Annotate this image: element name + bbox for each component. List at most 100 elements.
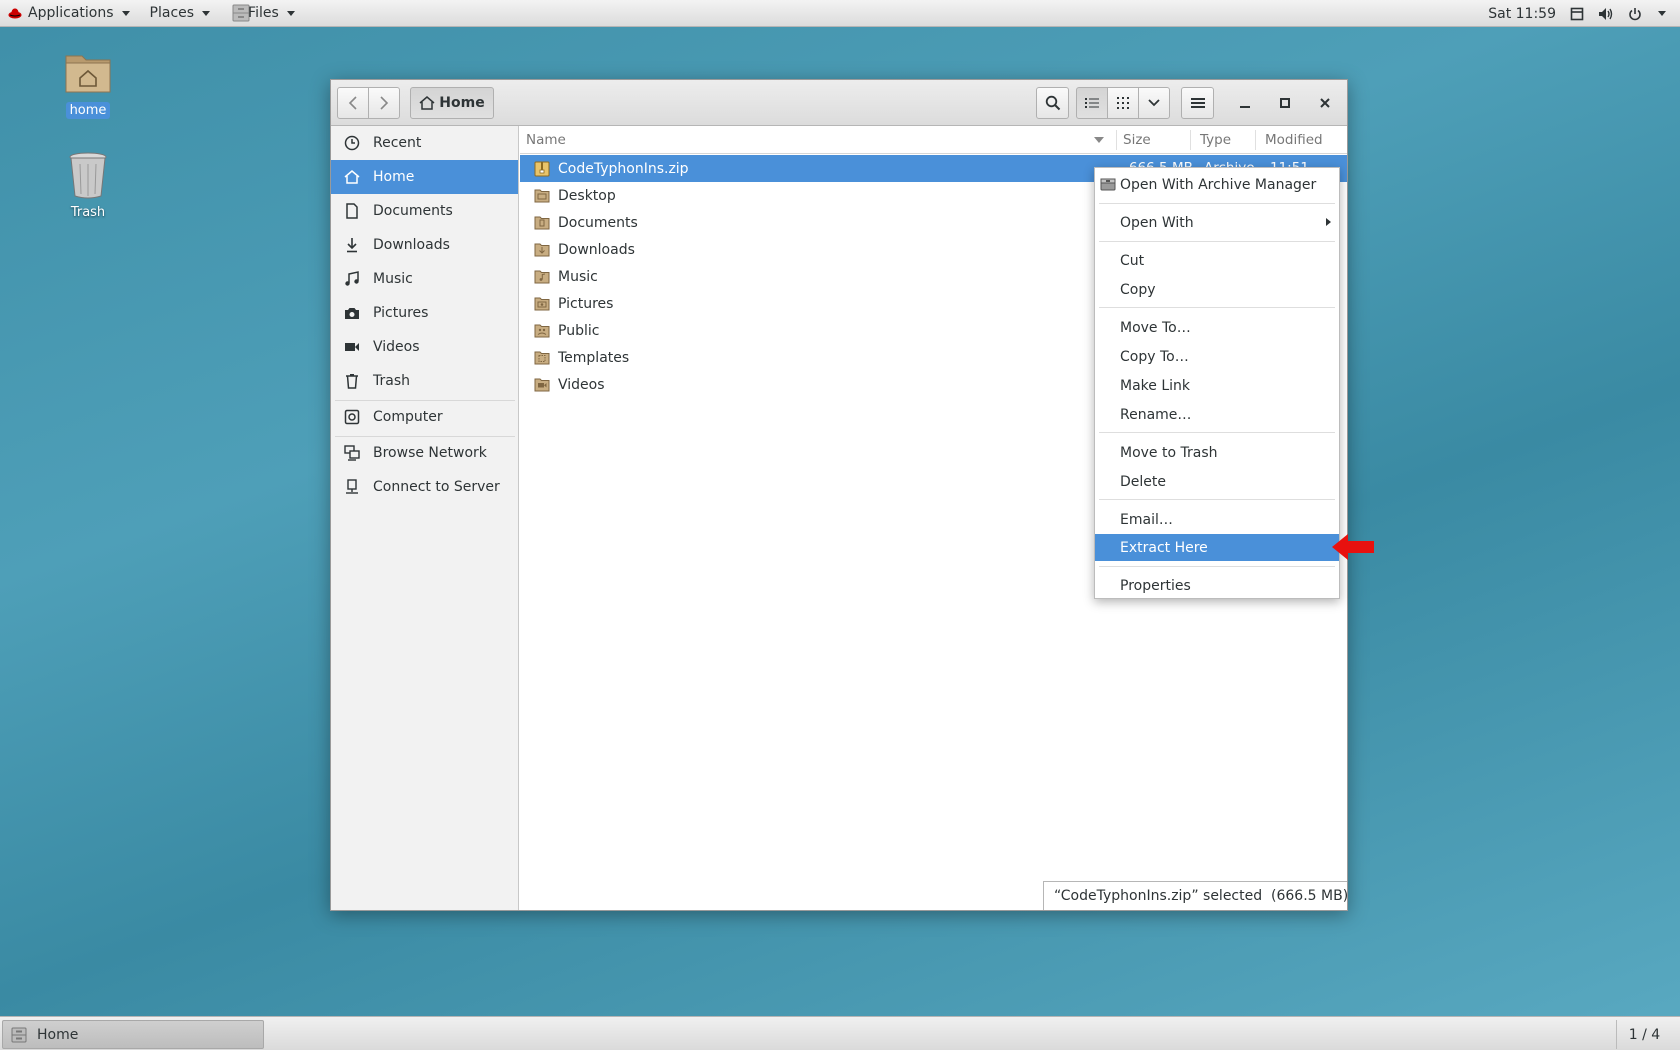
chevron-down-icon <box>121 10 130 16</box>
hamburger-icon <box>1190 98 1205 108</box>
documents-folder-icon <box>534 216 550 229</box>
column-header-size[interactable]: Size <box>1123 132 1151 148</box>
back-button[interactable] <box>337 87 369 119</box>
sidebar-item-computer[interactable]: Computer <box>331 400 518 434</box>
context-menu: Open With Archive Manager Open With Cut … <box>1094 167 1340 599</box>
menu-item-label: Delete <box>1120 473 1166 490</box>
menu-item-copy[interactable]: Copy <box>1095 276 1339 303</box>
sidebar-item-label: Connect to Server <box>373 479 500 495</box>
menu-item-copy-to[interactable]: Copy To… <box>1095 343 1339 370</box>
archive-icon <box>534 161 550 176</box>
power-icon[interactable] <box>1628 7 1642 21</box>
column-header-modified[interactable]: Modified <box>1265 132 1323 148</box>
menu-item-delete[interactable]: Delete <box>1095 468 1339 495</box>
file-name: Public <box>558 322 600 339</box>
sidebar-item-pictures[interactable]: Pictures <box>331 296 518 330</box>
sidebar-item-recent[interactable]: Recent <box>331 126 518 160</box>
window-list-icon[interactable] <box>1570 7 1584 21</box>
sidebar-item-home[interactable]: Home <box>331 160 518 194</box>
computer-icon <box>343 408 361 426</box>
grid-view-button[interactable] <box>1107 87 1139 119</box>
menu-item-email[interactable]: Email… <box>1095 506 1339 533</box>
menu-item-properties[interactable]: Properties <box>1095 572 1339 599</box>
menu-item-make-link[interactable]: Make Link <box>1095 372 1339 399</box>
public-folder-icon <box>534 324 550 337</box>
menu-item-rename[interactable]: Rename… <box>1095 401 1339 428</box>
column-header-type[interactable]: Type <box>1200 132 1231 148</box>
path-button-home[interactable]: Home <box>410 87 494 119</box>
sidebar-item-browse-network[interactable]: Browse Network <box>331 436 518 470</box>
sidebar-item-documents[interactable]: Documents <box>331 194 518 228</box>
sidebar-item-label: Pictures <box>373 305 429 321</box>
home-folder-icon <box>65 55 111 93</box>
search-button[interactable] <box>1036 87 1069 119</box>
sidebar-item-label: Music <box>373 271 413 287</box>
menu-item-cut[interactable]: Cut <box>1095 247 1339 274</box>
minimize-button[interactable] <box>1229 87 1261 119</box>
column-header-name[interactable]: Name <box>526 132 566 148</box>
maximize-button[interactable] <box>1269 87 1301 119</box>
taskbar: Home 1 / 4 <box>0 1016 1680 1050</box>
menu-item-move-to[interactable]: Move To… <box>1095 314 1339 341</box>
files-app-menu[interactable]: Files <box>218 0 303 27</box>
taskbar-item-home[interactable]: Home <box>2 1020 264 1049</box>
trash-icon <box>343 372 361 390</box>
maximize-icon <box>1280 98 1290 108</box>
grid-view-icon <box>1117 97 1129 109</box>
menu-separator <box>1099 499 1335 500</box>
clock[interactable]: Sat 11:59 <box>1488 6 1556 22</box>
status-floating-bar: “CodeTyphonIns.zip” selected (666.5 MB) <box>1043 881 1348 910</box>
menu-separator <box>1099 307 1335 308</box>
forward-button[interactable] <box>368 87 400 119</box>
sidebar-item-music[interactable]: Music <box>331 262 518 296</box>
header-bar: Home <box>331 80 1347 126</box>
trash-icon <box>69 152 107 199</box>
file-cabinet-icon <box>11 1027 27 1042</box>
file-name: Music <box>558 268 598 285</box>
menu-separator <box>1099 241 1335 242</box>
redhat-logo-icon <box>8 8 22 19</box>
places-menu[interactable]: Places <box>138 0 219 27</box>
desktop-icon-label: home <box>65 102 111 119</box>
menu-item-extract-here[interactable]: Extract Here <box>1095 534 1339 561</box>
chevron-down-icon <box>202 10 211 16</box>
files-label: Files <box>248 5 279 21</box>
file-name: Downloads <box>558 241 635 258</box>
menu-item-label: Cut <box>1120 252 1145 269</box>
sidebar-item-label: Videos <box>373 339 420 355</box>
desktop-icon-trash[interactable]: Trash <box>48 150 128 221</box>
sidebar-item-trash[interactable]: Trash <box>331 364 518 398</box>
menu-item-open-with-archive-manager[interactable]: Open With Archive Manager <box>1095 171 1339 198</box>
menu-item-label: Copy <box>1120 281 1156 298</box>
workspace-indicator[interactable]: 1 / 4 <box>1616 1020 1672 1049</box>
music-folder-icon <box>534 270 550 283</box>
applications-label: Applications <box>28 5 114 21</box>
sidebar-item-connect-to-server[interactable]: Connect to Server <box>331 470 518 504</box>
sort-descending-icon[interactable] <box>1094 137 1104 143</box>
menu-button[interactable] <box>1181 87 1214 119</box>
path-label: Home <box>439 95 485 111</box>
chevron-down-icon[interactable] <box>1658 11 1666 16</box>
column-separator <box>1116 130 1117 150</box>
sidebar-item-videos[interactable]: Videos <box>331 330 518 364</box>
close-button[interactable] <box>1309 87 1341 119</box>
sidebar-item-downloads[interactable]: Downloads <box>331 228 518 262</box>
view-options-button[interactable] <box>1138 87 1170 119</box>
menu-item-move-to-trash[interactable]: Move to Trash <box>1095 439 1339 466</box>
sidebar-item-label: Computer <box>373 409 443 425</box>
places-label: Places <box>149 5 195 21</box>
taskbar-item-label: Home <box>37 1026 79 1043</box>
music-icon <box>343 270 361 288</box>
desktop-icon-home[interactable]: home <box>48 50 128 119</box>
chevron-right-icon <box>380 96 389 110</box>
menu-item-open-with[interactable]: Open With <box>1095 209 1339 236</box>
applications-menu[interactable]: Applications <box>0 0 138 27</box>
network-icon <box>343 444 361 462</box>
chevron-down-icon <box>1148 99 1160 107</box>
column-separator <box>1190 130 1191 150</box>
sidebar-item-label: Trash <box>373 373 410 389</box>
list-view-button[interactable] <box>1076 87 1108 119</box>
templates-folder-icon <box>534 351 550 364</box>
home-icon <box>343 168 361 186</box>
volume-icon[interactable] <box>1598 7 1614 21</box>
